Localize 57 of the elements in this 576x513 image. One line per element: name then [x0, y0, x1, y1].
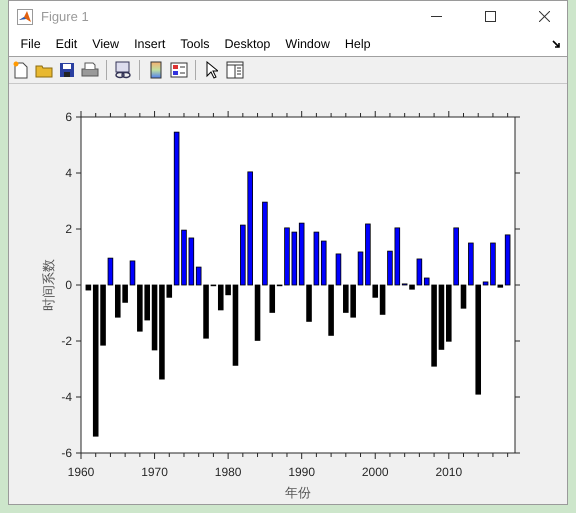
menu-item[interactable]: Desktop: [217, 37, 278, 51]
menu-item[interactable]: Insert: [126, 37, 173, 51]
bar: [336, 254, 342, 286]
x-tick-label: 1970: [141, 465, 168, 479]
y-tick-label: 0: [65, 278, 72, 292]
new-file-icon: [13, 61, 29, 79]
y-tick-label: 6: [65, 110, 72, 124]
bar: [152, 284, 158, 350]
bar: [490, 242, 496, 286]
toolbar-button[interactable]: [113, 60, 133, 80]
bar: [460, 284, 466, 309]
printer-icon: [81, 62, 99, 78]
y-tick-label: -4: [61, 390, 72, 404]
bar: [100, 284, 106, 346]
menu-item[interactable]: Help: [337, 37, 378, 51]
x-tick-label: 1980: [214, 465, 242, 479]
y-axis-label: 时间系数: [42, 259, 57, 311]
bar: [409, 284, 415, 290]
x-tick-label: 2010: [435, 465, 462, 479]
x-tick-label: 1990: [288, 465, 316, 479]
menu-item[interactable]: View: [84, 37, 127, 51]
toolbar-button[interactable]: [225, 60, 245, 80]
window-title: Figure 1: [41, 9, 90, 24]
bar: [387, 250, 393, 286]
colorbar-icon: [150, 61, 162, 79]
toolbar-button[interactable]: [57, 60, 77, 80]
bar: [130, 260, 136, 286]
bar: [203, 284, 209, 339]
y-tick-label: -6: [61, 446, 72, 460]
close-icon: [538, 11, 550, 22]
save-icon: [59, 62, 75, 78]
bar: [254, 284, 260, 341]
pointer-icon: [206, 61, 218, 79]
y-tick-label: -2: [61, 334, 72, 348]
toolbar-button[interactable]: [169, 60, 189, 80]
linked-plot-icon: [114, 61, 132, 79]
legend-icon: [170, 62, 188, 78]
x-axis-label: 年份: [285, 486, 311, 501]
menu-item[interactable]: Window: [278, 37, 338, 51]
bar: [108, 258, 114, 286]
menu-item[interactable]: Tools: [172, 37, 218, 51]
menu-item[interactable]: Edit: [48, 37, 85, 51]
maximize-icon: [484, 11, 496, 22]
bar: [284, 227, 290, 286]
menu-item[interactable]: File: [13, 37, 48, 51]
bar: [482, 282, 488, 286]
property-panel-icon: [226, 61, 244, 79]
dock-arrow-icon[interactable]: [552, 40, 561, 49]
app-logo-icon: [17, 8, 33, 24]
bar: [306, 284, 312, 322]
bar: [358, 252, 364, 286]
x-tick-label: 1960: [68, 465, 94, 479]
y-tick-label: 2: [65, 222, 72, 236]
y-tick-label: 4: [65, 166, 72, 180]
bar: [181, 230, 187, 286]
x-tick-label: 2000: [362, 465, 389, 479]
bar: [438, 284, 444, 350]
